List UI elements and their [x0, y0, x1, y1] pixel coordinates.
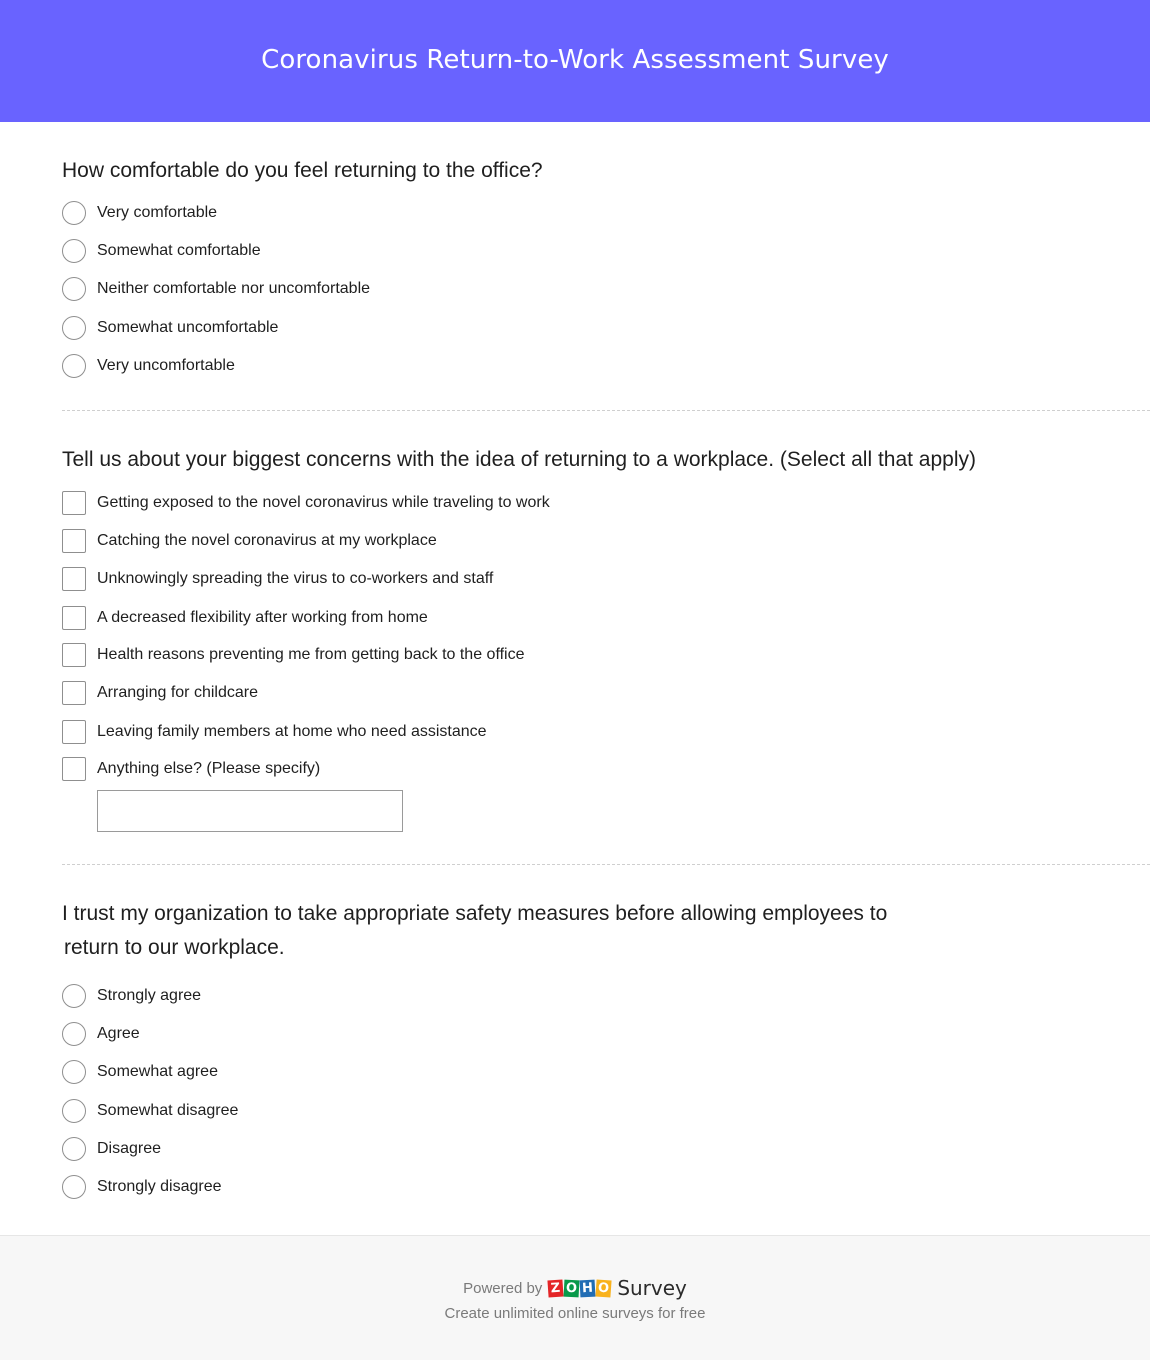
question-trust: I trust my organization to take appropri… — [62, 897, 888, 1199]
radio-button[interactable] — [62, 277, 86, 301]
radio-button[interactable] — [62, 1099, 86, 1123]
checkbox-option[interactable]: Getting exposed to the novel coronavirus… — [62, 490, 550, 516]
radio-button[interactable] — [62, 201, 86, 225]
checkbox[interactable] — [62, 606, 86, 630]
survey-header: Coronavirus Return-to-Work Assessment Su… — [0, 0, 1150, 122]
option-label: Arranging for childcare — [97, 684, 258, 701]
other-specify-input[interactable] — [97, 790, 403, 832]
radio-button[interactable] — [62, 354, 86, 378]
radio-button[interactable] — [62, 1022, 86, 1046]
checkbox-option[interactable]: Arranging for childcare — [62, 680, 258, 706]
footer-tagline[interactable]: Create unlimited online surveys for free — [0, 1305, 1150, 1322]
radio-option[interactable]: Very uncomfortable — [62, 353, 235, 379]
option-label: Unknowingly spreading the virus to co-wo… — [97, 570, 494, 587]
survey-title: Coronavirus Return-to-Work Assessment Su… — [261, 45, 889, 75]
checkbox-option[interactable]: A decreased flexibility after working fr… — [62, 605, 428, 631]
option-label: Health reasons preventing me from gettin… — [97, 646, 525, 663]
zoho-logo-letter: O — [563, 1279, 580, 1297]
radio-button[interactable] — [62, 1175, 86, 1199]
checkbox-option[interactable]: Unknowingly spreading the virus to co-wo… — [62, 566, 493, 592]
radio-button[interactable] — [62, 239, 86, 263]
checkbox[interactable] — [62, 681, 86, 705]
radio-option[interactable]: Neither comfortable nor uncomfortable — [62, 276, 370, 302]
checkbox-option[interactable]: Leaving family members at home who need … — [62, 719, 487, 745]
option-label: Somewhat uncomfortable — [97, 319, 279, 336]
checkbox-option[interactable]: Catching the novel coronavirus at my wor… — [62, 528, 437, 554]
option-label: Very uncomfortable — [97, 357, 235, 374]
option-label: A decreased flexibility after working fr… — [97, 609, 428, 626]
question-title-line1: I trust my organization to take appropri… — [62, 902, 888, 925]
option-label: Anything else? (Please specify) — [97, 760, 321, 777]
section-divider — [62, 410, 1150, 411]
powered-by-text: Powered by — [463, 1279, 543, 1297]
checkbox[interactable] — [62, 567, 86, 591]
radio-option[interactable]: Somewhat uncomfortable — [62, 315, 278, 341]
question-title: Tell us about your biggest concerns with… — [62, 448, 977, 471]
option-label: Disagree — [97, 1140, 162, 1157]
option-label: Neither comfortable nor uncomfortable — [97, 280, 371, 297]
radio-button[interactable] — [62, 1060, 86, 1084]
radio-button[interactable] — [62, 984, 86, 1008]
radio-option[interactable]: Somewhat disagree — [62, 1098, 238, 1124]
option-label: Agree — [97, 1025, 140, 1042]
checkbox[interactable] — [62, 529, 86, 553]
powered-by-link[interactable]: Powered by Z O H O Survey — [0, 1276, 1150, 1300]
radio-button[interactable] — [62, 316, 86, 340]
question-title: How comfortable do you feel returning to… — [62, 159, 543, 182]
radio-option[interactable]: Somewhat comfortable — [62, 238, 261, 264]
checkbox-option[interactable]: Health reasons preventing me from gettin… — [62, 642, 525, 668]
question-title-line2: return to our workplace. — [64, 936, 285, 959]
zoho-logo-letter: O — [595, 1278, 612, 1298]
radio-button[interactable] — [62, 1137, 86, 1161]
option-label: Strongly agree — [97, 987, 202, 1004]
option-label: Somewhat agree — [97, 1063, 218, 1080]
zoho-logo-letter: Z — [547, 1278, 564, 1298]
option-label: Leaving family members at home who need … — [97, 723, 487, 740]
checkbox[interactable] — [62, 757, 86, 781]
radio-option[interactable]: Agree — [62, 1021, 140, 1047]
question-concerns: Tell us about your biggest concerns with… — [62, 443, 977, 832]
radio-option[interactable]: Disagree — [62, 1136, 161, 1162]
checkbox[interactable] — [62, 491, 86, 515]
checkbox[interactable] — [62, 643, 86, 667]
radio-option[interactable]: Strongly disagree — [62, 1174, 222, 1200]
option-label: Getting exposed to the novel coronavirus… — [97, 494, 550, 511]
checkbox-option-other[interactable]: Anything else? (Please specify) — [62, 756, 320, 782]
product-name: Survey — [617, 1276, 687, 1300]
radio-option[interactable]: Very comfortable — [62, 200, 217, 226]
footer: Powered by Z O H O Survey Create unlimit… — [0, 1235, 1150, 1360]
radio-option[interactable]: Somewhat agree — [62, 1059, 218, 1085]
option-label: Somewhat comfortable — [97, 242, 261, 259]
option-label: Strongly disagree — [97, 1178, 222, 1195]
zoho-logo-letter: H — [579, 1279, 596, 1297]
checkbox[interactable] — [62, 720, 86, 744]
option-label: Catching the novel coronavirus at my wor… — [97, 532, 437, 549]
radio-option[interactable]: Strongly agree — [62, 983, 201, 1009]
section-divider — [62, 864, 1150, 865]
option-label: Very comfortable — [97, 204, 218, 221]
question-comfort: How comfortable do you feel returning to… — [62, 154, 543, 378]
zoho-logo-icon: Z O H O — [547, 1278, 612, 1298]
option-label: Somewhat disagree — [97, 1102, 239, 1119]
